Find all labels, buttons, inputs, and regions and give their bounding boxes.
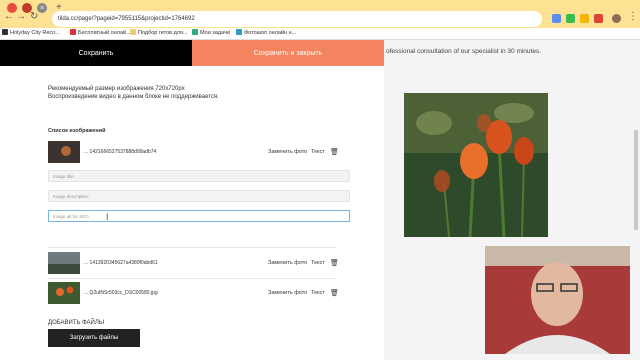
images-list-title: Список изображений <box>48 128 106 134</box>
extension-icon[interactable] <box>594 14 603 23</box>
back-icon[interactable]: ← <box>4 11 14 22</box>
bookmark-icon <box>236 29 242 35</box>
url-text: tilda.cc/page/?pageid=7955115&projectid=… <box>58 16 195 22</box>
text-link[interactable]: Текст <box>311 260 325 266</box>
page-scrollbar[interactable] <box>634 130 638 230</box>
text-cursor-icon: I <box>106 212 109 222</box>
image-filename: ... Q2uINSr503cc_DSC00580.jpg <box>84 290 158 296</box>
bookmark-item[interactable]: Мои задачи <box>192 29 230 36</box>
image-filename: ... 1421666527537888d99adb74 <box>84 149 157 155</box>
extension-icon[interactable] <box>580 14 589 23</box>
trash-icon[interactable]: 🗑 <box>330 259 339 267</box>
bookmark-icon <box>130 29 136 35</box>
image-description-field[interactable]: Image description <box>48 190 350 202</box>
divider <box>48 278 336 279</box>
webcam-overlay <box>485 246 630 354</box>
image-thumbnail <box>48 282 80 304</box>
image-thumbnail <box>48 252 80 274</box>
text-link[interactable]: Текст <box>311 149 325 155</box>
save-and-close-button[interactable]: Сохранить и закрыть <box>192 40 384 66</box>
close-tab-icon[interactable]: × <box>37 3 47 13</box>
profile-avatar[interactable] <box>612 14 621 23</box>
extension-icon[interactable] <box>566 14 575 23</box>
image-alt-field[interactable]: Image alt for SEO <box>48 210 350 222</box>
bookmark-icon <box>2 29 8 35</box>
tulips-image <box>404 93 548 237</box>
upload-files-button[interactable]: Загрузить файлы <box>48 329 140 347</box>
extension-icon[interactable] <box>552 14 561 23</box>
menu-icon[interactable]: ⋮ <box>628 11 638 22</box>
bookmark-icon <box>192 29 198 35</box>
bookmark-icon <box>70 29 76 35</box>
reload-icon[interactable]: ↻ <box>30 11 38 22</box>
image-title-field[interactable]: Image title <box>48 170 350 182</box>
preview-text: ofessional consultation of our specialis… <box>386 48 542 55</box>
bookmark-item[interactable]: Holyday City Reco... <box>2 29 60 36</box>
text-link[interactable]: Текст <box>311 290 325 296</box>
trash-icon[interactable]: 🗑 <box>330 289 339 297</box>
image-filename: ... 1413920345627a4389f0abd61 <box>84 260 158 266</box>
bookmark-item[interactable]: Фотошоп онлайн н... <box>236 29 296 36</box>
bookmark-item[interactable]: Подбор гетов для... <box>130 29 188 36</box>
recommended-size-note: Рекомендуемый размер изображения 720x720… <box>48 86 185 92</box>
add-files-heading: ДОБАВИТЬ ФАЙЛЫ <box>48 320 105 326</box>
save-button[interactable]: Сохранить <box>0 40 192 66</box>
video-note: Воспроизведение видео в данном блоке не … <box>48 94 219 100</box>
address-bar[interactable]: tilda.cc/page/?pageid=7955115&projectid=… <box>52 11 542 27</box>
bookmarks-bar: Holyday City Reco... Бесплатный онлай...… <box>0 28 640 40</box>
trash-icon[interactable]: 🗑 <box>330 148 339 156</box>
replace-photo-link[interactable]: Заменить фото <box>268 290 307 296</box>
forward-icon[interactable]: → <box>16 11 26 22</box>
bookmark-item[interactable]: Бесплатный онлай... <box>70 29 131 36</box>
image-thumbnail <box>48 141 80 163</box>
replace-photo-link[interactable]: Заменить фото <box>268 260 307 266</box>
replace-photo-link[interactable]: Заменить фото <box>268 149 307 155</box>
divider <box>48 247 336 248</box>
